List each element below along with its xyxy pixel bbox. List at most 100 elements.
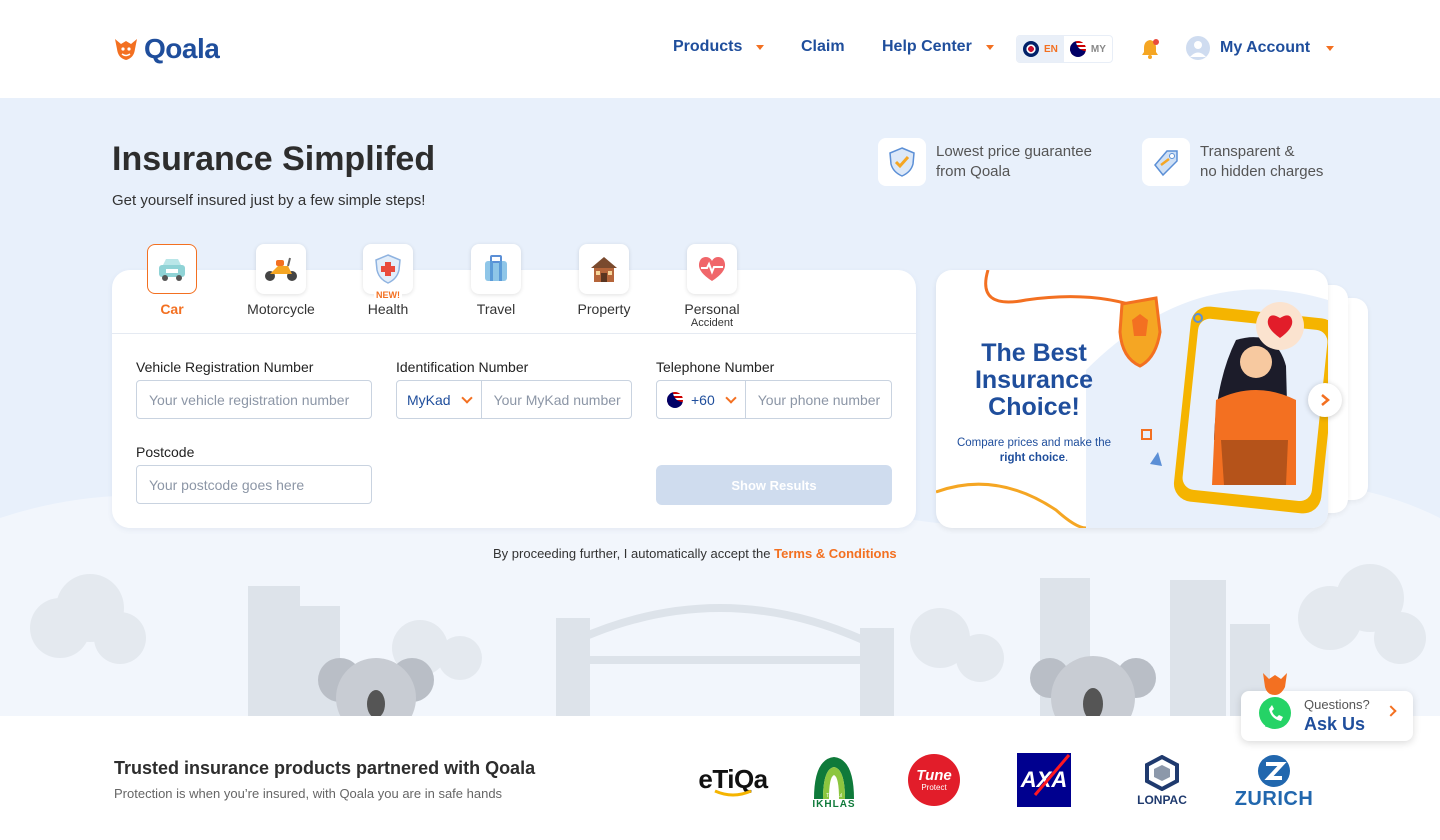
lang-my-label: MY <box>1090 43 1106 55</box>
malaysia-flag-icon <box>667 391 683 408</box>
malaysia-flag-icon <box>1069 41 1086 57</box>
help-ask-us-label: Ask Us <box>1304 714 1366 734</box>
banner-sub-suffix: . <box>1064 452 1069 464</box>
tab-personal-accident[interactable]: Personal Accident <box>658 244 766 329</box>
partner-logo-lonpac: LONPAC <box>1132 752 1192 810</box>
qoala-logo[interactable]: Qoala <box>112 33 220 65</box>
hero-section: Insurance Simplifed Get yourself insured… <box>0 98 1440 716</box>
fox-logo-icon <box>115 39 137 60</box>
partners-section: Trusted insurance products partnered wit… <box>0 716 1440 840</box>
new-badge: NEW! <box>374 290 402 300</box>
page-subtitle: Get yourself insured just by a few simpl… <box>112 192 426 209</box>
nav-products-label: Products <box>673 38 743 55</box>
ikhlas-arch-icon: Takaful <box>814 756 854 799</box>
heartbeat-icon <box>687 244 737 294</box>
tab-travel-label: Travel <box>476 301 516 317</box>
product-tabs: Car Motorcycle NEW! Health Travel Proper… <box>112 244 916 334</box>
chevron-down-icon <box>460 391 473 404</box>
chevron-right-icon <box>1321 394 1330 406</box>
car-icon <box>147 244 197 294</box>
banner-subtitle: Compare prices and make the right choice… <box>956 436 1112 466</box>
usp2-line1: Transparent & <box>1200 143 1295 160</box>
phone-number-placeholder: Your phone number <box>757 391 881 408</box>
banner-sub-bold: right choice <box>999 452 1065 464</box>
id-number-placeholder: Your MyKad number <box>493 391 621 408</box>
whatsapp-fox-icon <box>1259 673 1291 729</box>
chevron-down-icon <box>756 44 765 50</box>
chevron-down-icon <box>1326 45 1335 51</box>
usp-transparent-text: Transparent & no hidden charges <box>1200 142 1323 182</box>
nav-claim-label: Claim <box>801 38 845 55</box>
id-type-select[interactable]: MyKad <box>397 381 482 418</box>
tab-property[interactable]: Property <box>550 244 658 316</box>
my-account-menu[interactable]: My Account <box>1186 36 1335 60</box>
country-code-value: +60 <box>691 391 715 408</box>
partner-logo-zurich: ZURICH <box>1230 752 1318 812</box>
nav-products[interactable]: Products <box>673 38 765 56</box>
vehicle-reg-label: Vehicle Registration Number <box>136 359 314 375</box>
tab-personal-accident-sublabel: Accident <box>690 317 734 329</box>
nav-claim[interactable]: Claim <box>801 38 845 56</box>
tab-property-label: Property <box>577 301 631 317</box>
quote-form-card: Car Motorcycle NEW! Health Travel Proper… <box>112 244 916 528</box>
id-type-value: MyKad <box>407 391 451 408</box>
lang-en-option[interactable]: EN <box>1017 36 1064 62</box>
country-code-select[interactable]: +60 <box>657 381 746 418</box>
partner-logo-tune-protect: Tune Protect <box>908 754 960 806</box>
language-switcher: EN MY <box>1016 35 1113 63</box>
nav-help-center-label: Help Center <box>882 38 972 55</box>
identification-label: Identification Number <box>396 359 529 375</box>
usp-lowest-price: Lowest price guarantee from Qoala <box>878 138 1092 186</box>
help-question-label: Questions? <box>1304 697 1370 712</box>
notification-bell-icon[interactable] <box>1140 38 1160 65</box>
usp-transparent: Transparent & no hidden charges <box>1142 138 1323 186</box>
nav-help-center[interactable]: Help Center <box>882 38 994 56</box>
lonpac-wordmark: LONPAC <box>1137 793 1187 807</box>
partner-logo-ikhlas: Takaful IKHLAS <box>806 752 862 812</box>
ikhlas-wordmark: IKHLAS <box>812 798 856 810</box>
banner-title: The Best Insurance Choice! <box>974 339 1094 421</box>
carousel-next-button[interactable] <box>1308 383 1342 417</box>
uk-flag-icon <box>1023 41 1039 57</box>
brand-name: Qoala <box>144 33 220 64</box>
postcode-placeholder: Your postcode goes here <box>149 476 305 493</box>
promo-banner[interactable]: The Best Insurance Choice! Compare price… <box>936 270 1328 528</box>
zurich-wordmark: ZURICH <box>1234 787 1314 810</box>
tab-health[interactable]: NEW! Health <box>334 244 442 316</box>
partner-logo-etiqa: eTiQa <box>694 758 772 802</box>
postcode-input[interactable]: Your postcode goes here <box>136 465 372 504</box>
price-tag-icon <box>1142 138 1190 186</box>
telephone-field: +60 Your phone number <box>656 380 892 419</box>
tab-travel[interactable]: Travel <box>442 244 550 316</box>
usp1-line1: Lowest price guarantee <box>936 143 1092 160</box>
usp1-line2: from Qoala <box>936 163 1011 180</box>
house-icon <box>579 244 629 294</box>
header: Qoala Products Claim Help Center EN MY M <box>0 0 1440 98</box>
tab-motorcycle[interactable]: Motorcycle <box>227 244 335 316</box>
etiqa-swoosh-icon <box>714 789 752 796</box>
ask-us-widget[interactable]: Questions? Ask Us <box>1241 673 1413 741</box>
partners-title: Trusted insurance products partnered wit… <box>114 758 536 778</box>
tab-car[interactable]: Car <box>118 244 226 316</box>
lang-my-option[interactable]: MY <box>1064 36 1112 62</box>
axa-slash-icon <box>1033 754 1071 796</box>
shield-check-icon <box>878 138 926 186</box>
id-number-input[interactable]: Your MyKad number <box>482 381 621 418</box>
page-title: Insurance Simplifed <box>112 140 436 178</box>
city-scene-illustration <box>30 564 1426 716</box>
lonpac-emblem-icon <box>1145 755 1179 791</box>
tab-personal-accident-label: Personal <box>684 301 740 317</box>
usp2-line2: no hidden charges <box>1200 163 1324 180</box>
partner-logo-axa: AXA <box>1017 753 1071 807</box>
lang-en-label: EN <box>1044 43 1058 55</box>
tune-wordmark: Tune <box>916 766 952 784</box>
show-results-button[interactable]: Show Results <box>656 465 892 505</box>
telephone-label: Telephone Number <box>656 359 775 375</box>
vehicle-reg-input[interactable]: Your vehicle registration number <box>136 380 372 419</box>
banner-sub-prefix: Compare prices and make the <box>956 437 1112 449</box>
phone-number-input[interactable]: Your phone number <box>746 381 880 418</box>
avatar-icon <box>1186 36 1210 60</box>
tab-motorcycle-label: Motorcycle <box>247 301 315 317</box>
identification-field: MyKad Your MyKad number <box>396 380 632 419</box>
luggage-icon <box>471 244 521 294</box>
